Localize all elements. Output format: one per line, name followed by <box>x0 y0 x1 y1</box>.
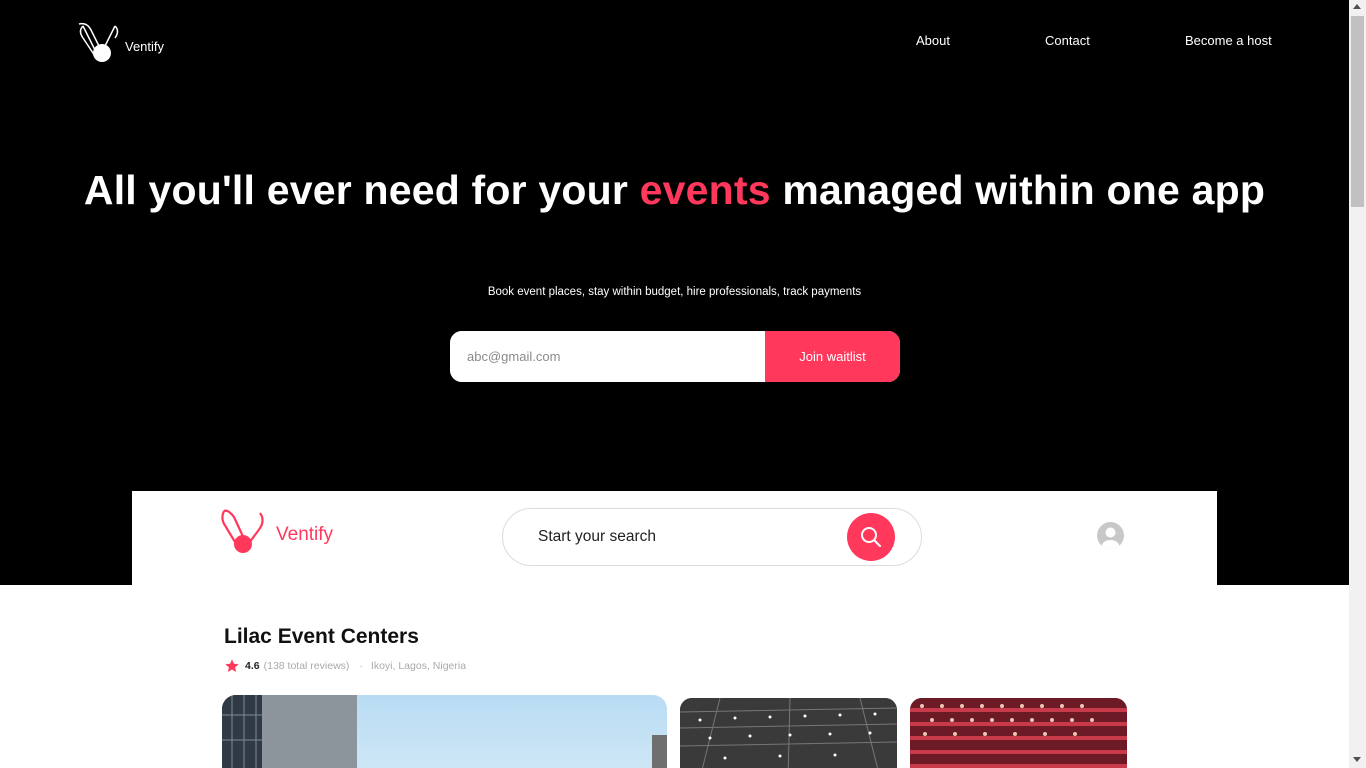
site-logo[interactable]: Ventify <box>77 20 164 64</box>
join-waitlist-button[interactable]: Join waitlist <box>765 331 900 382</box>
nav-about-link[interactable]: About <box>916 33 950 48</box>
preview-logo[interactable]: Ventify <box>220 507 333 553</box>
hero-headline: All you'll ever need for your events man… <box>0 166 1349 215</box>
user-avatar-icon[interactable] <box>1097 522 1124 549</box>
nav-contact-link[interactable]: Contact <box>1045 33 1090 48</box>
search-icon <box>861 527 881 547</box>
page-scrollbar[interactable] <box>1349 0 1366 768</box>
listing-meta: 4.6 (138 total reviews) · Ikoyi, Lagos, … <box>224 658 466 674</box>
preview-search-label: Start your search <box>538 528 657 545</box>
hero-subheadline: Book event places, stay within budget, h… <box>487 286 862 298</box>
listing-title: Lilac Event Centers <box>224 625 419 648</box>
headline-accent-word: events <box>639 167 771 213</box>
app-preview-header: Ventify Start your search <box>132 491 1217 585</box>
user-silhouette <box>1101 527 1120 549</box>
email-input[interactable] <box>450 331 765 382</box>
preview-search-button[interactable] <box>847 513 895 561</box>
ventify-logo-icon <box>221 509 264 553</box>
meta-separator: · <box>359 660 363 672</box>
review-count[interactable]: (138 total reviews) <box>264 660 350 672</box>
preview-logo-text: Ventify <box>276 524 334 545</box>
hall-ceiling-image <box>680 698 897 768</box>
building-image <box>222 695 667 768</box>
ventify-logo-icon <box>78 22 119 62</box>
headline-text-start: All you'll ever need for your <box>83 167 640 213</box>
preview-search-bar[interactable]: Start your search <box>502 508 922 566</box>
listing-photo-hall[interactable] <box>680 698 897 768</box>
scrollbar-thumb[interactable] <box>1351 16 1364 207</box>
waitlist-form: Join waitlist <box>450 331 900 382</box>
auditorium-crowd-image <box>910 698 1127 768</box>
listing-photo-auditorium[interactable] <box>910 698 1127 768</box>
site-logo-text: Ventify <box>125 38 165 54</box>
listing-location[interactable]: Ikoyi, Lagos, Nigeria <box>371 660 466 672</box>
star-icon <box>225 659 239 672</box>
rating-value: 4.6 <box>245 660 260 672</box>
listing-photo-main[interactable] <box>222 695 667 768</box>
scroll-up-arrow-icon[interactable] <box>1353 4 1361 9</box>
headline-text-end: managed within one app <box>770 167 1266 213</box>
scroll-down-arrow-icon[interactable] <box>1353 757 1361 762</box>
nav-become-host-link[interactable]: Become a host <box>1185 33 1272 48</box>
